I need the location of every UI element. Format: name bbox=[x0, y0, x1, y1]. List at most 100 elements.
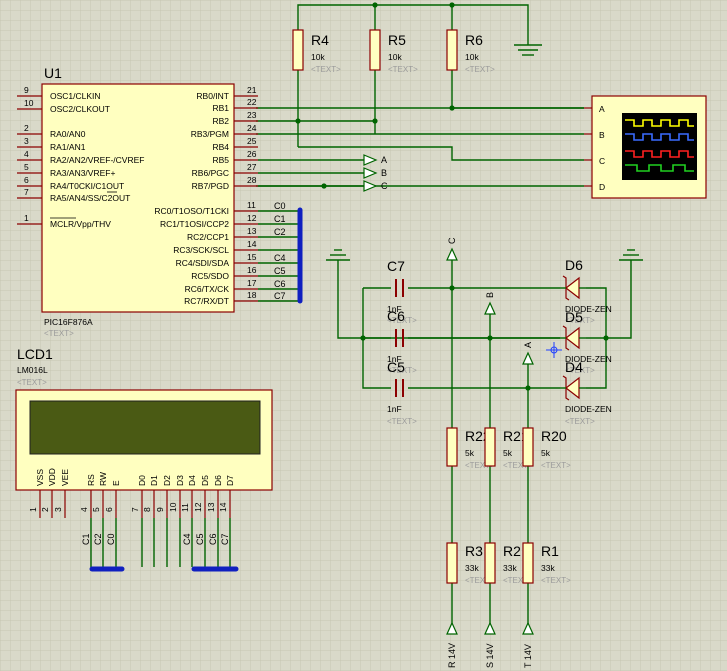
schematic-canvas[interactable]: R4 10k <TEXT> R5 10k <TEXT> R6 10k <TEXT… bbox=[0, 0, 727, 671]
terminal-label: S 14V bbox=[485, 643, 495, 668]
lcd-bus-net-label: C2 bbox=[93, 533, 103, 545]
divider-resistor-value: 5k bbox=[465, 448, 475, 458]
oscilloscope[interactable]: A B C D bbox=[584, 95, 707, 199]
lcd-placeholder: <TEXT> bbox=[17, 378, 47, 387]
u1-pin-number: 3 bbox=[24, 136, 29, 146]
u1-pin-number: 14 bbox=[247, 239, 257, 249]
lcd-pin-number: 14 bbox=[218, 502, 228, 512]
u1-pin-name: RC1/T1OSI/CCP2 bbox=[160, 219, 229, 229]
d4-ref: D4 bbox=[565, 359, 583, 375]
u1-placeholder: <TEXT> bbox=[44, 329, 74, 338]
d4-part: DIODE-ZEN bbox=[565, 404, 612, 414]
lcd-pin-name: E bbox=[111, 480, 121, 486]
divider-resistor-value: 5k bbox=[503, 448, 513, 458]
divider-resistor-placeholder: <TEXT> bbox=[541, 461, 571, 470]
lcd-pin-number: 10 bbox=[168, 502, 178, 512]
u1-pin-name: RA1/AN1 bbox=[50, 142, 86, 152]
bus-net-label: C6 bbox=[274, 279, 286, 289]
divider-lower-resistors: R333k<TEXT>R233k<TEXT>R133k<TEXT> bbox=[446, 542, 571, 585]
u1-pin-number: 23 bbox=[247, 110, 257, 120]
u1-pin-name: RA3/AN3/VREF+ bbox=[50, 168, 115, 178]
u1-pin-number: 9 bbox=[24, 85, 29, 95]
divider-resistor-ref: R2 bbox=[503, 543, 521, 559]
u1-pin-number: 24 bbox=[247, 123, 257, 133]
lcd-pin-name: D7 bbox=[225, 475, 235, 486]
divider-resistor-placeholder: <TEXT> bbox=[541, 576, 571, 585]
u1-pin-number: 15 bbox=[247, 252, 257, 262]
d5-ref: D5 bbox=[565, 309, 583, 325]
lcd-pin-number: 11 bbox=[180, 503, 190, 512]
divider-resistor-body[interactable] bbox=[446, 542, 458, 584]
scope-channel-label: C bbox=[599, 156, 605, 166]
divider-resistor-ref: R3 bbox=[465, 543, 483, 559]
u1-pin-name: RC7/RX/DT bbox=[184, 296, 229, 306]
terminal-label: T 14V bbox=[523, 644, 533, 668]
c5-ref: C5 bbox=[387, 359, 405, 375]
divider-resistor-body[interactable] bbox=[522, 427, 534, 467]
u1-pin-number: 27 bbox=[247, 162, 257, 172]
lcd-pin-number: 1 bbox=[28, 507, 38, 512]
lcd-pin-name: VSS bbox=[35, 469, 45, 486]
scope-channel-label: D bbox=[599, 182, 605, 192]
bus-net-label: C5 bbox=[274, 266, 286, 276]
divider-resistor-body[interactable] bbox=[484, 542, 496, 584]
u1-pin-number: 12 bbox=[247, 213, 257, 223]
bus-net-label: C1 bbox=[274, 214, 286, 224]
lcd-pin-name: D0 bbox=[137, 475, 147, 486]
divider-resistor-body[interactable] bbox=[522, 542, 534, 584]
u1-pin-name: OSC2/CLKOUT bbox=[50, 104, 110, 114]
lcd-bus-net-label: C5 bbox=[195, 533, 205, 545]
divider-resistor-ref: R1 bbox=[541, 543, 559, 559]
u1-pin-name: RC5/SDO bbox=[191, 271, 229, 281]
c5-value: 1nF bbox=[387, 404, 402, 414]
u1-pin-number: 22 bbox=[247, 97, 257, 107]
d4-placeholder: <TEXT> bbox=[565, 417, 595, 426]
divider-resistor-body[interactable] bbox=[484, 427, 496, 467]
divider-resistor-body[interactable] bbox=[446, 427, 458, 467]
lcd-pin-name: D4 bbox=[187, 475, 197, 486]
r6-ref: R6 bbox=[465, 32, 483, 48]
lcd-pin-name: D5 bbox=[200, 475, 210, 486]
r6-placeholder: <TEXT> bbox=[465, 65, 495, 74]
bus-net-label: C4 bbox=[274, 253, 286, 263]
u1-pin-name: RA2/AN2/VREF-/CVREF bbox=[50, 155, 144, 165]
lcd-bus-net-label: C0 bbox=[106, 533, 116, 545]
u1-pin-name: MCLR/Vpp/THV bbox=[50, 219, 111, 229]
lcd-pin-number: 12 bbox=[193, 502, 203, 512]
u1-pin-name: RC0/T1OSO/T1CKI bbox=[154, 206, 229, 216]
lcd-pin-number: 13 bbox=[206, 502, 216, 512]
u1-pin-name: RA0/AN0 bbox=[50, 129, 86, 139]
bus-net-label: C0 bbox=[274, 201, 286, 211]
r4-ref: R4 bbox=[311, 32, 329, 48]
u1-pin-number: 5 bbox=[24, 162, 29, 172]
lcd-ref: LCD1 bbox=[17, 346, 53, 362]
lcd-pin-name: RS bbox=[86, 474, 96, 486]
c6-ref: C6 bbox=[387, 308, 405, 324]
r5-ref: R5 bbox=[388, 32, 406, 48]
lcd-pin-number: 8 bbox=[142, 507, 152, 512]
bus-net-label: C7 bbox=[274, 291, 286, 301]
lcd-pin-number: 4 bbox=[79, 507, 89, 512]
u1-pin-number: 17 bbox=[247, 278, 257, 288]
u1-pin-number: 21 bbox=[247, 85, 257, 95]
probe-label: B bbox=[381, 168, 387, 178]
u1-pin-name: RC3/SCK/SCL bbox=[173, 245, 229, 255]
lcd-pin-name: VEE bbox=[60, 469, 70, 486]
scope-channel-label: A bbox=[599, 104, 605, 114]
lcd-pin-name: D6 bbox=[213, 475, 223, 486]
u1-pin-name: RB5 bbox=[212, 155, 229, 165]
u1-pin-number: 1 bbox=[24, 213, 29, 223]
lcd-screen bbox=[29, 400, 261, 455]
r5-value: 10k bbox=[388, 52, 402, 62]
lcd-part: LM016L bbox=[17, 365, 48, 375]
bus-net-label: C2 bbox=[274, 227, 286, 237]
u1-pin-name: RA4/T0CKI/C1OUT bbox=[50, 181, 124, 191]
probe-label: C bbox=[381, 181, 388, 191]
lcd-bus-net-label: C4 bbox=[182, 533, 192, 545]
lcd-pin-number: 6 bbox=[104, 507, 114, 512]
lcd-pin-name: D1 bbox=[149, 475, 159, 486]
u1-pin-name: OSC1/CLKIN bbox=[50, 91, 101, 101]
u1-pin-name: RB4 bbox=[212, 142, 229, 152]
u1-pin-name: RB6/PGC bbox=[192, 168, 229, 178]
lcd-pin-name: D2 bbox=[162, 475, 172, 486]
